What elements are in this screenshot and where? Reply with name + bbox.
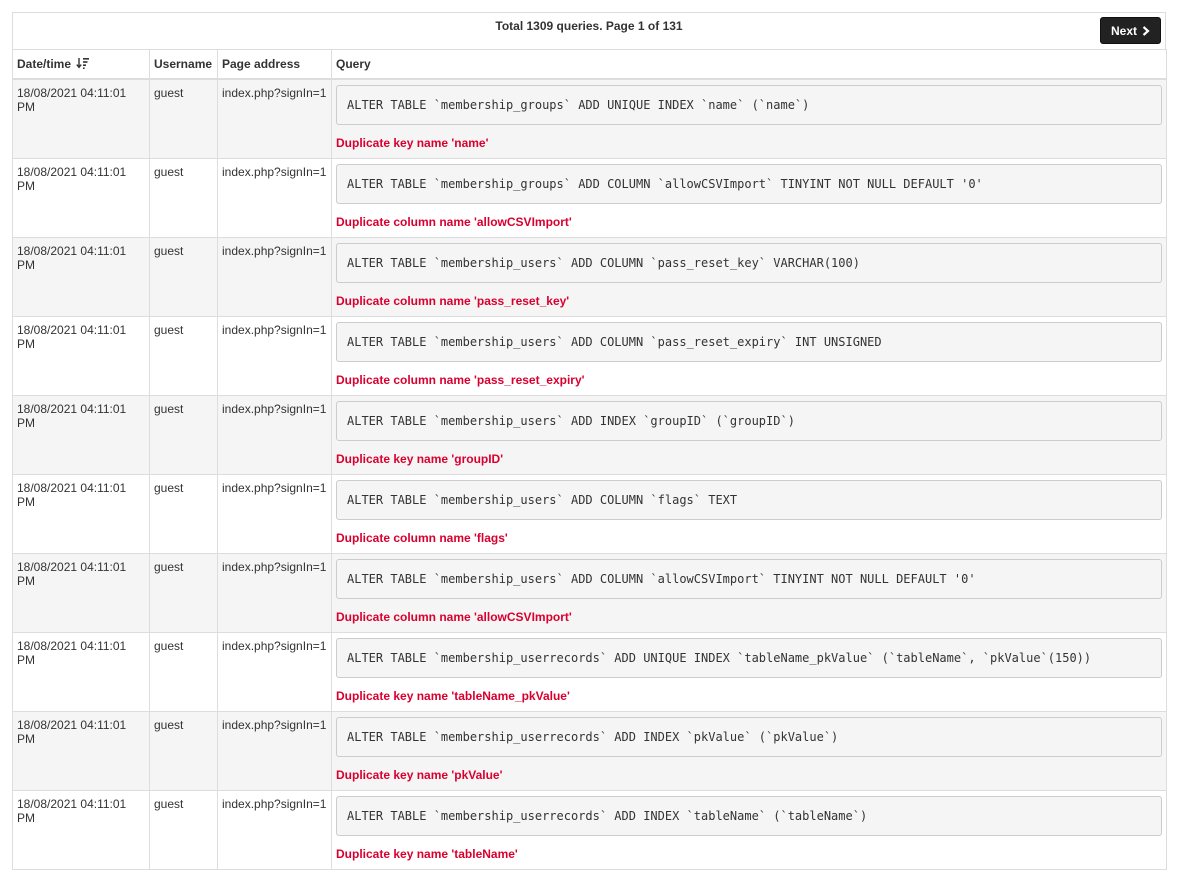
error-message: Duplicate column name 'allowCSVImport' [336,214,572,229]
query-table: Date/time Username Page address Query 18… [12,49,1167,870]
column-header-page: Page address [217,49,332,80]
cell-datetime: 18/08/2021 04:11:01 PM [12,394,150,475]
error-message: Duplicate key name 'groupID' [336,451,504,466]
error-message: Duplicate key name 'tableName' [336,846,518,861]
chevron-right-icon [1142,25,1150,36]
cell-page-address: index.php?signIn=1 [217,78,332,159]
error-message: Duplicate key name 'pkValue' [336,767,503,782]
table-row: 18/08/2021 04:11:01 PM guest index.php?sig… [12,710,1167,791]
table-row: 18/08/2021 04:11:01 PM guest index.php?sig… [12,552,1167,633]
cell-username: guest [149,157,218,238]
query-code: ALTER TABLE `membership_userrecords` ADD… [336,795,1162,836]
query-code: ALTER TABLE `membership_users` ADD COLUM… [336,321,1162,362]
cell-datetime: 18/08/2021 04:11:01 PM [12,78,150,159]
cell-datetime: 18/08/2021 04:11:01 PM [12,473,150,554]
cell-username: guest [149,631,218,712]
table-row: 18/08/2021 04:11:01 PM guest index.php?sig… [12,473,1167,554]
column-header-query: Query [331,49,1167,80]
query-code: ALTER TABLE `membership_users` ADD INDEX… [336,400,1162,441]
query-code: ALTER TABLE `membership_userrecords` ADD… [336,716,1162,757]
query-code: ALTER TABLE `membership_users` ADD COLUM… [336,479,1162,520]
query-log: Total 1309 queries. Page 1 of 131 Next D… [12,12,1167,870]
error-message: Duplicate column name 'flags' [336,530,508,545]
table-row: 18/08/2021 04:11:01 PM guest index.php?sig… [12,157,1167,238]
cell-datetime: 18/08/2021 04:11:01 PM [12,631,150,712]
cell-query: ALTER TABLE `membership_users` ADD COLUM… [331,315,1167,396]
cell-username: guest [149,394,218,475]
cell-query: ALTER TABLE `membership_groups` ADD UNIQ… [331,78,1167,159]
cell-page-address: index.php?signIn=1 [217,236,332,317]
next-label: Next [1110,23,1137,38]
table-row: 18/08/2021 04:11:01 PM guest index.php?sig… [12,394,1167,475]
error-message: Duplicate column name 'pass_reset_expiry… [336,372,585,387]
cell-page-address: index.php?signIn=1 [217,473,332,554]
table-body: 18/08/2021 04:11:01 PM guest index.php?sig… [12,78,1167,870]
cell-query: ALTER TABLE `membership_userrecords` ADD… [331,710,1167,791]
cell-page-address: index.php?signIn=1 [217,157,332,238]
cell-page-address: index.php?signIn=1 [217,394,332,475]
cell-datetime: 18/08/2021 04:11:01 PM [12,710,150,791]
table-row: 18/08/2021 04:11:01 PM guest index.php?sig… [12,236,1167,317]
cell-page-address: index.php?signIn=1 [217,710,332,791]
cell-query: ALTER TABLE `membership_groups` ADD COLU… [331,157,1167,238]
error-message: Duplicate column name 'pass_reset_key' [336,293,570,308]
cell-query: ALTER TABLE `membership_userrecords` ADD… [331,789,1167,870]
cell-username: guest [149,552,218,633]
cell-datetime: 18/08/2021 04:11:01 PM [12,315,150,396]
table-row: 18/08/2021 04:11:01 PM guest index.php?sig… [12,631,1167,712]
query-code: ALTER TABLE `membership_userrecords` ADD… [336,637,1162,678]
query-code: ALTER TABLE `membership_groups` ADD COLU… [336,163,1162,204]
cell-datetime: 18/08/2021 04:11:01 PM [12,157,150,238]
table-header: Date/time Username Page address Query [12,49,1167,80]
error-message: Duplicate key name 'tableName_pkValue' [336,688,570,703]
column-header-username: Username [149,49,218,80]
column-header-datetime[interactable]: Date/time [12,49,150,80]
cell-page-address: index.php?signIn=1 [217,789,332,870]
table-row: 18/08/2021 04:11:01 PM guest index.php?sig… [12,315,1167,396]
query-code: ALTER TABLE `membership_groups` ADD UNIQ… [336,85,1162,125]
cell-username: guest [149,315,218,396]
cell-query: ALTER TABLE `membership_users` ADD COLUM… [331,236,1167,317]
sort-descending-icon[interactable] [76,57,90,69]
query-code: ALTER TABLE `membership_users` ADD COLUM… [336,558,1162,599]
cell-username: guest [149,236,218,317]
pagination-info: Total 1309 queries. Page 1 of 131 [495,19,683,33]
cell-query: ALTER TABLE `membership_userrecords` ADD… [331,631,1167,712]
cell-username: guest [149,473,218,554]
next-page-button[interactable]: Next [1099,17,1161,44]
cell-query: ALTER TABLE `membership_users` ADD COLUM… [331,473,1167,554]
error-message: Duplicate key name 'name' [336,136,489,150]
table-row: 18/08/2021 04:11:01 PM guest index.php?sig… [12,789,1167,870]
cell-query: ALTER TABLE `membership_users` ADD COLUM… [331,552,1167,633]
cell-query: ALTER TABLE `membership_users` ADD INDEX… [331,394,1167,475]
cell-page-address: index.php?signIn=1 [217,631,332,712]
query-code: ALTER TABLE `membership_users` ADD COLUM… [336,242,1162,283]
cell-page-address: index.php?signIn=1 [217,552,332,633]
cell-username: guest [149,710,218,791]
error-message: Duplicate column name 'allowCSVImport' [336,609,572,624]
cell-datetime: 18/08/2021 04:11:01 PM [12,789,150,870]
pagination-bar: Total 1309 queries. Page 1 of 131 Next [12,12,1166,49]
cell-datetime: 18/08/2021 04:11:01 PM [12,552,150,633]
cell-datetime: 18/08/2021 04:11:01 PM [12,236,150,317]
cell-username: guest [149,78,218,159]
cell-page-address: index.php?signIn=1 [217,315,332,396]
cell-username: guest [149,789,218,870]
table-row: 18/08/2021 04:11:01 PM guest index.php?sig… [12,78,1167,159]
